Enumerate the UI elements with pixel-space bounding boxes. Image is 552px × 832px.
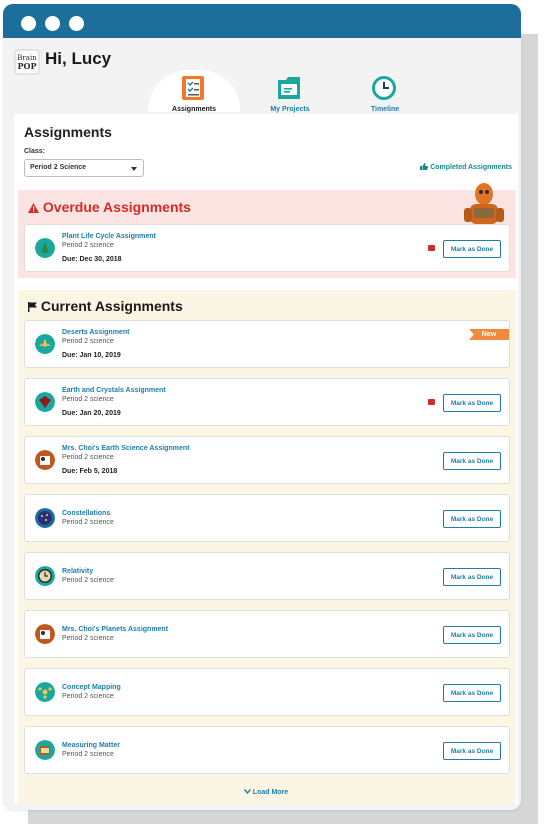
- flag-icon: [28, 302, 37, 312]
- assignment-card[interactable]: Mrs. Choi's Planets Assignment Period 2 …: [24, 610, 510, 658]
- beaker-icon: [35, 740, 55, 760]
- desert-icon: [35, 334, 55, 354]
- assignment-due-date: Due: Feb 5, 2018: [62, 468, 118, 475]
- assignment-card[interactable]: Concept Mapping Period 2 science Mark as…: [24, 668, 510, 716]
- assignment-class: Period 2 science: [62, 751, 114, 758]
- mark-as-done-button[interactable]: Mark as Done: [443, 510, 501, 528]
- brainpop-logo: Brain POP: [14, 49, 40, 75]
- tab-label: Assignments: [172, 106, 216, 113]
- load-more-button[interactable]: Load More: [14, 789, 518, 796]
- class-select[interactable]: Period 2 Science: [24, 159, 144, 177]
- assignment-card[interactable]: Measuring Matter Period 2 science Mark a…: [24, 726, 510, 774]
- comment-icon[interactable]: [428, 245, 435, 251]
- assignment-name[interactable]: Mrs. Choi's Earth Science Assignment: [62, 445, 189, 452]
- assignment-due-date: Due: Jan 10, 2019: [62, 352, 121, 359]
- assignment-name[interactable]: Deserts Assignment: [62, 329, 129, 336]
- overdue-title: Overdue Assignments: [28, 199, 191, 215]
- assignment-class: Period 2 science: [62, 577, 114, 584]
- crystal-icon: [35, 392, 55, 412]
- mark-as-done-button[interactable]: Mark as Done: [443, 452, 501, 470]
- assignment-card[interactable]: Deserts Assignment Period 2 science Due:…: [24, 320, 510, 368]
- plant-icon: [35, 238, 55, 258]
- mark-as-done-button[interactable]: Mark as Done: [443, 240, 501, 258]
- clock-icon: [35, 566, 55, 586]
- class-select-value: Period 2 Science: [30, 164, 87, 171]
- svg-text:POP: POP: [18, 61, 37, 71]
- assignment-class: Period 2 science: [62, 693, 114, 700]
- teacher-icon: [35, 624, 55, 644]
- warning-icon: [28, 203, 39, 213]
- chevron-down-icon: [131, 167, 137, 171]
- top-bar: Brain POP Hi, Lucy Assignments My Projec…: [3, 38, 521, 113]
- assignment-due-date: Due: Jan 20, 2019: [62, 410, 121, 417]
- assignment-class: Period 2 science: [62, 242, 114, 249]
- completed-assignments-label: Completed Assignments: [430, 164, 512, 171]
- assignment-due-date: Due: Dec 30, 2018: [62, 256, 122, 263]
- assignment-name[interactable]: Relativity: [62, 568, 93, 575]
- mark-as-done-button[interactable]: Mark as Done: [443, 394, 501, 412]
- thumbs-up-icon: [420, 163, 429, 170]
- assignment-name[interactable]: Measuring Matter: [62, 742, 120, 749]
- mark-as-done-button[interactable]: Mark as Done: [443, 568, 501, 586]
- assignment-class: Period 2 science: [62, 396, 114, 403]
- load-more-label: Load More: [252, 789, 289, 796]
- assignment-class: Period 2 science: [62, 338, 114, 345]
- chevron-down-icon: [243, 789, 251, 795]
- overdue-section: Overdue Assignments Plant Life Cycle Ass…: [18, 183, 516, 278]
- projects-icon: [278, 77, 300, 99]
- assignment-class: Period 2 science: [62, 519, 114, 526]
- concept-map-icon: [35, 682, 55, 702]
- assignment-name[interactable]: Constellations: [62, 510, 110, 517]
- title-bar: [3, 4, 521, 38]
- assignment-class: Period 2 science: [62, 454, 114, 461]
- assignments-panel: Assignments Class: Period 2 Science Comp…: [14, 114, 518, 804]
- assignment-card[interactable]: Constellations Period 2 science Mark as …: [24, 494, 510, 542]
- class-label: Class:: [24, 148, 46, 155]
- assignment-card[interactable]: Plant Life Cycle Assignment Period 2 sci…: [24, 224, 510, 272]
- mark-as-done-button[interactable]: Mark as Done: [443, 684, 501, 702]
- teacher-icon: [35, 450, 55, 470]
- assignment-card[interactable]: Relativity Period 2 science Mark as Done: [24, 552, 510, 600]
- tab-label: Timeline: [370, 106, 400, 113]
- assignment-name[interactable]: Concept Mapping: [62, 684, 121, 691]
- tab-label: My Projects: [270, 106, 310, 113]
- window-dot: [21, 16, 36, 31]
- page-title: Assignments: [24, 124, 112, 140]
- window-dot: [45, 16, 60, 31]
- app-window: Brain POP Hi, Lucy Assignments My Projec…: [3, 4, 521, 810]
- current-section: Current Assignments Deserts Assignment P…: [18, 290, 516, 804]
- assignment-name[interactable]: Plant Life Cycle Assignment: [62, 233, 156, 240]
- comment-icon[interactable]: [428, 399, 435, 405]
- assignment-name[interactable]: Mrs. Choi's Planets Assignment: [62, 626, 168, 633]
- assignments-icon: [182, 76, 204, 100]
- constellation-icon: [35, 508, 55, 528]
- moby-robot-mascot: [464, 183, 504, 224]
- current-title: Current Assignments: [28, 298, 183, 314]
- mark-as-done-button[interactable]: Mark as Done: [443, 742, 501, 760]
- current-title-text: Current Assignments: [40, 298, 183, 314]
- new-badge: New: [469, 329, 509, 340]
- window-dot: [69, 16, 84, 31]
- mark-as-done-button[interactable]: Mark as Done: [443, 626, 501, 644]
- clock-icon: [372, 76, 396, 100]
- completed-assignments-link[interactable]: Completed Assignments: [420, 163, 512, 171]
- assignment-card[interactable]: Mrs. Choi's Earth Science Assignment Per…: [24, 436, 510, 484]
- assignment-card[interactable]: Earth and Crystals Assignment Period 2 s…: [24, 378, 510, 426]
- greeting: Hi, Lucy: [45, 49, 112, 68]
- assignment-class: Period 2 science: [62, 635, 114, 642]
- overdue-title-text: Overdue Assignments: [42, 199, 191, 215]
- assignment-name[interactable]: Earth and Crystals Assignment: [62, 387, 166, 394]
